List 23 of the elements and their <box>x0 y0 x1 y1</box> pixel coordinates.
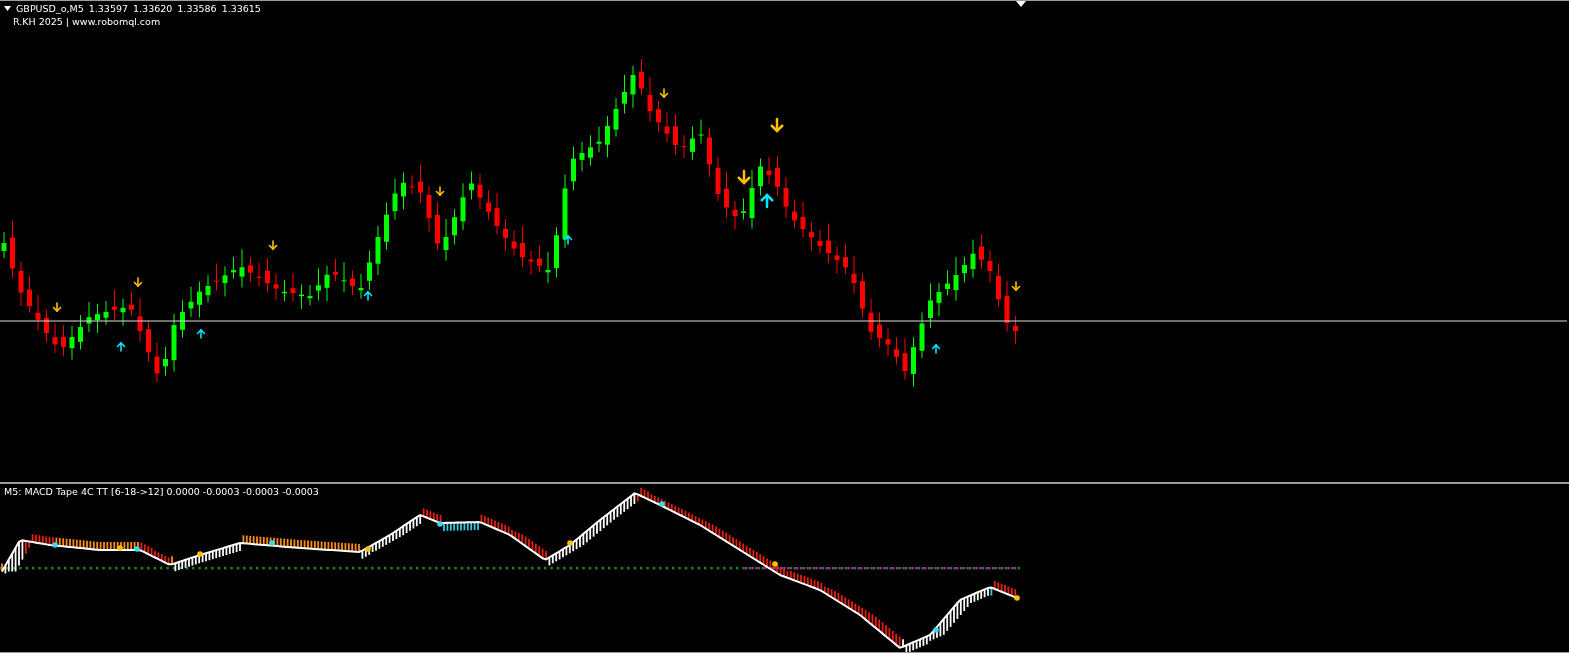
price-quote: 1.33597 <box>88 3 129 14</box>
down-arrow-icon <box>52 302 62 313</box>
price-quote: 1.33615 <box>221 3 261 14</box>
down-arrow-icon <box>435 186 445 197</box>
down-arrow-icon <box>659 88 669 99</box>
up-arrow-icon <box>563 234 573 245</box>
up-arrow-icon <box>196 328 206 339</box>
dropdown-triangle-icon[interactable] <box>4 6 11 11</box>
chart-symbol: GBPUSD_o,M5 <box>16 3 84 14</box>
indicator-label: M5: MACD Tape 4C TT [6-18->12] 0.0000 -0.0003 -0.0003 -0.0003 <box>4 486 319 497</box>
down-arrow-icon <box>268 240 278 251</box>
down-arrow-icon <box>133 277 143 288</box>
shift-marker-icon[interactable] <box>1016 1 1026 7</box>
up-arrow-icon <box>363 290 373 301</box>
up-arrow-icon <box>760 193 774 209</box>
down-arrow-icon <box>770 117 784 133</box>
price-quote: 1.33586 <box>177 3 217 14</box>
up-arrow-icon <box>931 343 941 354</box>
up-arrow-icon <box>116 341 126 352</box>
price-quote: 1.33620 <box>133 3 173 14</box>
down-arrow-icon <box>1011 281 1021 292</box>
credit-text: R.KH 2025 | www.robomql.com <box>13 16 162 27</box>
down-arrow-icon <box>737 169 751 185</box>
